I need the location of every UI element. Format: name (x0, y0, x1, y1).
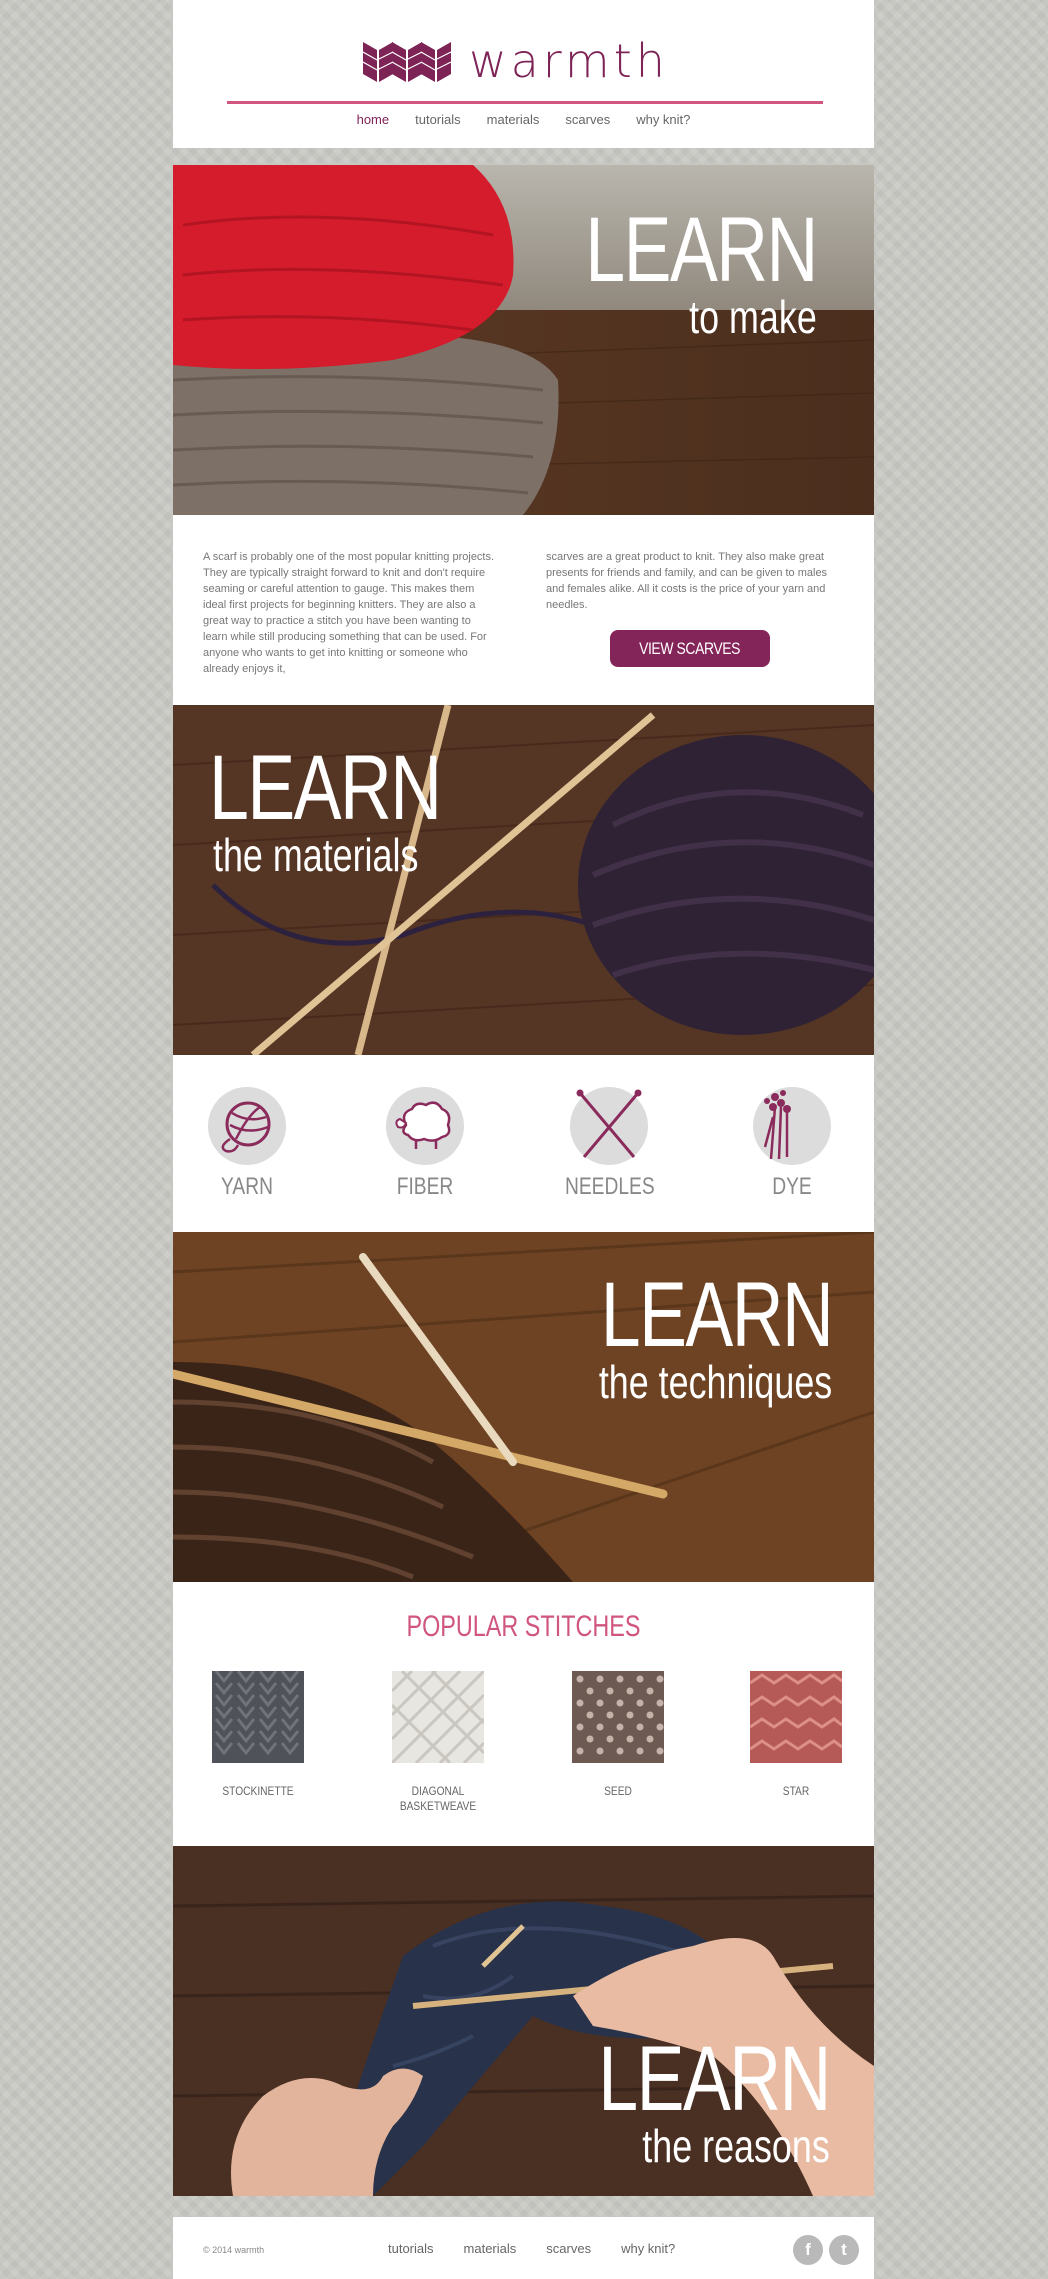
stitch-label: STAR (782, 1784, 810, 1798)
star-swatch (749, 1671, 843, 1763)
materials-section: YARN FIBER NEEDLES DYE (173, 1055, 874, 1232)
footer-nav-materials[interactable]: materials (464, 2241, 517, 2256)
stitch-label: STOCKINETTE (222, 1784, 294, 1798)
sheep-icon (395, 1101, 451, 1149)
stockinette-swatch (212, 1670, 304, 1763)
seed-swatch (572, 1671, 664, 1763)
facebook-icon[interactable]: f (793, 2235, 823, 2265)
chevron-logo-icon (363, 42, 451, 82)
yarn-ball-icon (221, 1101, 271, 1153)
stitch-label: DIAGONAL BASKETWEAVE (399, 1784, 477, 1813)
header-divider (227, 101, 823, 104)
footer-nav: tutorials materials scarves why knit? (388, 2241, 705, 2256)
hero-learn-heading: LEARN (600, 1264, 834, 1366)
stitch-diagonal-basketweave[interactable]: DIAGONAL BASKETWEAVE (373, 1669, 503, 1814)
material-yarn[interactable]: YARN (192, 1087, 302, 1201)
stitch-seed[interactable]: SEED (553, 1671, 683, 1799)
main-nav: home tutorials materials scarves why kni… (173, 112, 874, 127)
footer-nav-why-knit[interactable]: why knit? (621, 2241, 675, 2256)
hero-learn-heading: LEARN (598, 2028, 832, 2130)
hero-subheading: the materials (213, 829, 419, 881)
material-dye[interactable]: DYE (737, 1087, 847, 1201)
hero-subheading: the reasons (642, 2120, 830, 2172)
nav-scarves[interactable]: scarves (565, 112, 610, 127)
crossed-needles-icon (576, 1089, 642, 1158)
nav-why-knit[interactable]: why knit? (636, 112, 690, 127)
material-fiber[interactable]: FIBER (370, 1087, 480, 1201)
view-scarves-label: VIEW SCARVES (639, 638, 741, 658)
basketweave-swatch (390, 1669, 486, 1765)
footer-nav-tutorials[interactable]: tutorials (388, 2241, 434, 2256)
stitch-label: SEED (604, 1784, 632, 1798)
scarves-intro-section: A scarf is probably one of the most popu… (173, 515, 874, 705)
popular-stitches-title: POPULAR STITCHES (406, 1610, 641, 1643)
flower-bouquet-icon (763, 1090, 791, 1160)
material-label: FIBER (396, 1173, 454, 1200)
popular-stitches-section: POPULAR STITCHES STOCKINETTE DIAGONAL BA… (173, 1582, 874, 1846)
hero-learn-materials: LEARN the materials (173, 705, 874, 1055)
material-label: NEEDLES (565, 1173, 655, 1200)
nav-home[interactable]: home (357, 112, 390, 127)
material-label: YARN (221, 1173, 273, 1200)
logo[interactable]: warmth (363, 38, 669, 84)
intro-paragraph-right: scarves are a great product to knit. The… (546, 551, 828, 611)
site-footer: © 2014 warmth tutorials materials scarve… (173, 2217, 874, 2279)
footer-nav-scarves[interactable]: scarves (546, 2241, 591, 2256)
view-scarves-button[interactable]: VIEW SCARVES (610, 630, 770, 667)
site-header: warmth home tutorials materials scarves … (173, 0, 874, 148)
nav-materials[interactable]: materials (487, 112, 540, 127)
logo-text: warmth (469, 34, 669, 88)
intro-paragraph-left: A scarf is probably one of the most popu… (203, 551, 495, 675)
copyright-text: © 2014 warmth (203, 2245, 265, 2255)
hero-learn-techniques: LEARN the techniques (173, 1232, 874, 1582)
material-needles[interactable]: NEEDLES (554, 1087, 664, 1201)
hero-learn-heading: LEARN (585, 199, 819, 301)
stitch-stockinette[interactable]: STOCKINETTE (193, 1670, 323, 1799)
hero-subheading: the techniques (598, 1356, 832, 1408)
hero-learn-heading: LEARN (209, 737, 442, 839)
stitch-star[interactable]: STAR (731, 1671, 861, 1799)
hero-learn-to-make: LEARN to make (173, 165, 874, 515)
hero-subheading: to make (689, 291, 817, 343)
twitter-icon[interactable]: t (829, 2235, 859, 2265)
hero-learn-reasons: LEARN the reasons (173, 1846, 874, 2196)
nav-tutorials[interactable]: tutorials (415, 112, 461, 127)
material-label: DYE (772, 1173, 812, 1200)
